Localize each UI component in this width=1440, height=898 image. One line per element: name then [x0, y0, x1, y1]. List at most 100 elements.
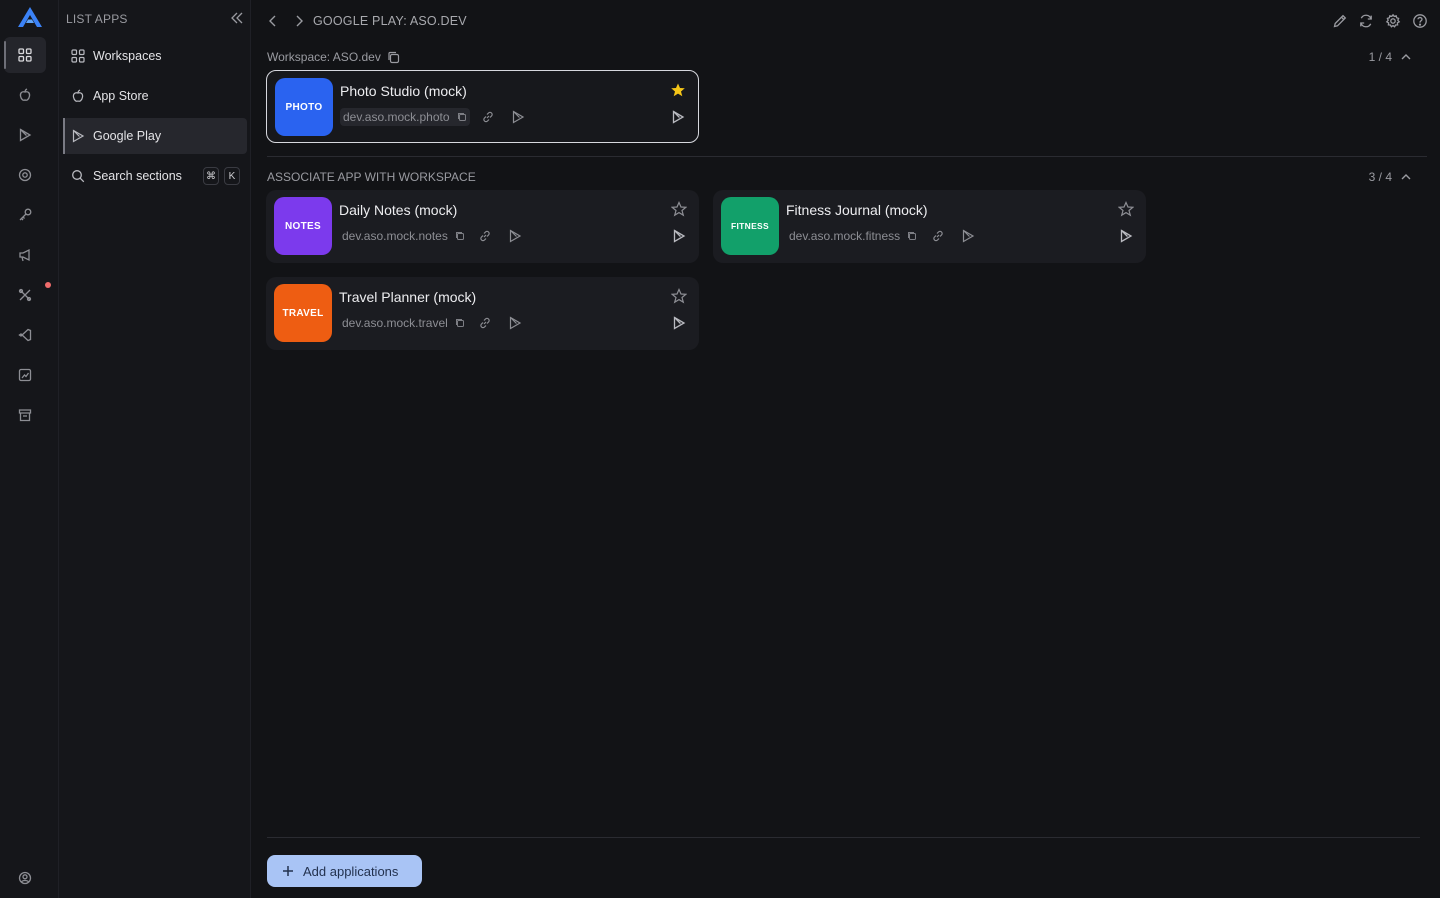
chevron-up-icon[interactable]: [1400, 51, 1412, 63]
play-icon[interactable]: [672, 316, 686, 330]
footer-divider: [267, 837, 1420, 838]
icon-rail: [0, 0, 59, 898]
link-icon[interactable]: [478, 229, 492, 243]
sidebar-item-label: Workspaces: [93, 49, 162, 63]
search-icon: [72, 170, 85, 183]
sidebar-item-google-play[interactable]: Google Play: [63, 118, 247, 154]
play-store-icon[interactable]: [508, 229, 522, 243]
app-icon: FITNESS: [721, 197, 779, 255]
package-id-text: dev.aso.mock.notes: [342, 229, 448, 243]
rail-app-store-button[interactable]: [4, 77, 46, 113]
app-card-daily-notes[interactable]: NOTES Daily Notes (mock) dev.aso.mock.no…: [266, 190, 699, 263]
star-filled-icon[interactable]: [670, 82, 686, 98]
sidebar-item-workspaces[interactable]: Workspaces: [63, 38, 247, 74]
gear-icon[interactable]: [1385, 13, 1401, 29]
app-name: Fitness Journal (mock): [786, 202, 928, 218]
account-icon: [18, 871, 32, 885]
tools-icon: [18, 288, 32, 302]
panel-title: LIST APPS: [66, 12, 128, 26]
play-icon[interactable]: [1119, 229, 1133, 243]
edit-icon[interactable]: [1332, 13, 1348, 29]
collapse-panel-icon[interactable]: [229, 10, 245, 26]
add-applications-button[interactable]: Add applications: [267, 855, 422, 887]
associate-counter[interactable]: 3 / 4: [1369, 170, 1412, 184]
rail-target-button[interactable]: [4, 157, 46, 193]
package-id-text: dev.aso.mock.fitness: [789, 229, 901, 243]
help-icon[interactable]: [1412, 13, 1428, 29]
settings-target-icon: [18, 168, 32, 182]
link-icon[interactable]: [931, 229, 945, 243]
play-icon[interactable]: [672, 229, 686, 243]
app-icon: NOTES: [274, 197, 332, 255]
sidebar-item-search-sections[interactable]: Search sections ⌘ K: [63, 158, 247, 194]
rail-apps-button[interactable]: [4, 37, 46, 73]
copy-icon[interactable]: [455, 318, 465, 328]
rail-tools-button[interactable]: [4, 277, 46, 313]
plus-icon: [283, 866, 293, 876]
breadcrumb: GOOGLE PLAY: ASO.DEV: [313, 14, 467, 28]
side-panel: LIST APPS Workspaces App Store Google Pl…: [59, 0, 251, 898]
forward-icon[interactable]: [291, 13, 307, 29]
star-outline-icon[interactable]: [671, 201, 687, 217]
app-icon: PHOTO: [275, 78, 333, 136]
shortcut-mod-key: ⌘: [203, 167, 219, 185]
rail-google-play-button[interactable]: [4, 117, 46, 153]
rail-account-button[interactable]: [4, 860, 46, 896]
associate-counter-text: 3 / 4: [1368, 170, 1392, 184]
copy-icon[interactable]: [457, 112, 467, 122]
package-id: dev.aso.mock.fitness: [786, 227, 920, 245]
store-icon: [18, 409, 32, 422]
chart-icon: [18, 368, 32, 382]
key-icon: [19, 208, 32, 221]
link-icon[interactable]: [481, 110, 495, 124]
app-name: Daily Notes (mock): [339, 202, 458, 218]
section-divider: [267, 156, 1427, 157]
rail-campaigns-button[interactable]: [4, 237, 46, 273]
link-icon[interactable]: [478, 316, 492, 330]
star-outline-icon[interactable]: [671, 288, 687, 304]
top-bar: GOOGLE PLAY: ASO.DEV: [251, 0, 1440, 42]
apps-grid-icon: [18, 48, 32, 62]
copy-icon[interactable]: [455, 231, 465, 241]
app-card-travel-planner[interactable]: TRAVEL Travel Planner (mock) dev.aso.moc…: [266, 277, 699, 350]
app-card-photo-studio[interactable]: PHOTO Photo Studio (mock) dev.aso.mock.p…: [266, 70, 699, 143]
sidebar-item-label: App Store: [93, 89, 149, 103]
workspace-label: Workspace: ASO.dev: [267, 50, 381, 64]
app-card-fitness-journal[interactable]: FITNESS Fitness Journal (mock) dev.aso.m…: [713, 190, 1146, 263]
play-icon: [72, 129, 85, 143]
package-id: dev.aso.mock.photo: [340, 108, 470, 126]
workspace-label-row: Workspace: ASO.dev: [267, 50, 400, 64]
app-name: Travel Planner (mock): [339, 289, 477, 305]
refresh-icon[interactable]: [1358, 13, 1374, 29]
megaphone-icon: [19, 248, 30, 262]
shortcut-k-key: K: [224, 167, 240, 185]
workspace-counter[interactable]: 1 / 4: [1369, 50, 1412, 64]
app-icon: TRAVEL: [274, 284, 332, 342]
copy-icon[interactable]: [907, 231, 917, 241]
package-id: dev.aso.mock.notes: [339, 227, 468, 245]
app-logo-icon: [18, 7, 42, 27]
apple-icon: [19, 88, 31, 101]
apple-icon: [72, 89, 84, 102]
sidebar-item-label: Search sections: [93, 169, 182, 183]
chevron-up-icon[interactable]: [1400, 171, 1412, 183]
sidebar-item-app-store[interactable]: App Store: [63, 78, 247, 114]
star-outline-icon[interactable]: [1118, 201, 1134, 217]
play-store-icon[interactable]: [961, 229, 975, 243]
play-store-icon[interactable]: [508, 316, 522, 330]
package-id-text: dev.aso.mock.photo: [343, 110, 450, 124]
package-id: dev.aso.mock.travel: [339, 314, 468, 332]
sidebar-item-label: Google Play: [93, 129, 162, 143]
associate-section-title: ASSOCIATE APP WITH WORKSPACE: [267, 170, 476, 184]
grid-icon: [71, 49, 85, 63]
play-icon[interactable]: [671, 110, 685, 124]
back-icon[interactable]: [265, 13, 281, 29]
play-store-icon[interactable]: [511, 110, 525, 124]
rail-store-button[interactable]: [4, 397, 46, 433]
rail-keys-button[interactable]: [4, 197, 46, 233]
rail-code-button[interactable]: [4, 317, 46, 353]
rail-analytics-button[interactable]: [4, 357, 46, 393]
copy-icon[interactable]: [387, 51, 400, 64]
notification-dot: [45, 282, 51, 288]
add-applications-label: Add applications: [303, 863, 399, 879]
